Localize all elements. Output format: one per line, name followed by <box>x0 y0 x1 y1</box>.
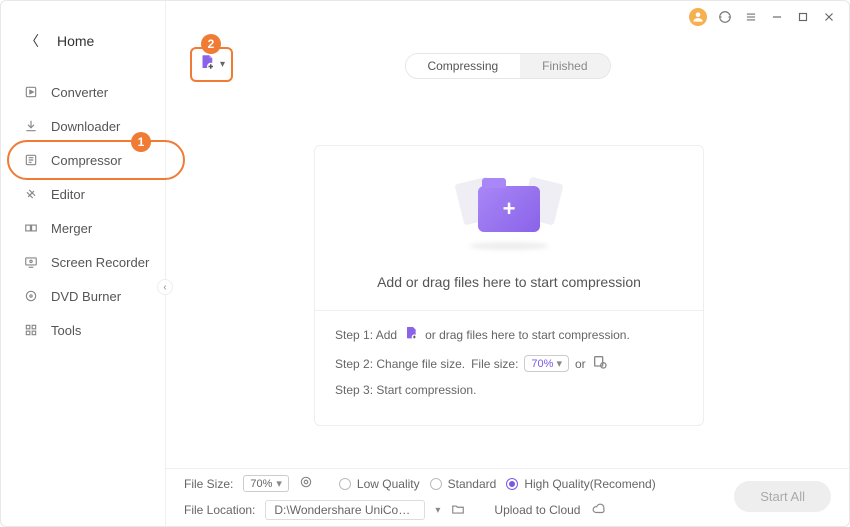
sidebar-item-label: Tools <box>51 323 81 338</box>
instruction-steps: Step 1: Add or drag files here to start … <box>315 310 703 397</box>
quality-standard-option[interactable]: Standard <box>430 477 497 491</box>
step1-suffix: or drag files here to start compression. <box>425 328 630 342</box>
tab-compressing[interactable]: Compressing <box>405 54 520 78</box>
maximize-button[interactable] <box>795 9 811 25</box>
tab-finished[interactable]: Finished <box>520 54 609 78</box>
sidebar-item-label: Compressor <box>51 153 122 168</box>
sidebar: 〈 Home Converter Downloader Compressor E… <box>1 1 166 526</box>
sidebar-item-label: Merger <box>51 221 92 236</box>
dropzone-illustration: + <box>315 146 703 262</box>
back-label: Home <box>57 33 94 49</box>
close-button[interactable] <box>821 9 837 25</box>
step1-prefix: Step 1: Add <box>335 328 397 342</box>
location-label: File Location: <box>184 503 255 517</box>
sidebar-item-label: Converter <box>51 85 108 100</box>
dvd-burner-icon <box>23 288 39 304</box>
step2-prefix: Step 2: Change file size. <box>335 357 465 371</box>
preview-settings-icon[interactable] <box>299 475 313 492</box>
merger-icon <box>23 220 39 236</box>
sidebar-item-tools[interactable]: Tools <box>1 313 165 347</box>
minimize-button[interactable] <box>769 9 785 25</box>
quality-high-option[interactable]: High Quality(Recomend) <box>506 477 655 491</box>
step2-or: or <box>575 357 586 371</box>
chevron-down-icon: ▾ <box>220 59 225 70</box>
status-tabs: Compressing Finished <box>404 53 610 79</box>
tools-icon <box>23 322 39 338</box>
screen-recorder-icon <box>23 254 39 270</box>
upload-cloud-label: Upload to Cloud <box>494 503 580 517</box>
callout-badge-2: 2 <box>201 34 221 54</box>
converter-icon <box>23 84 39 100</box>
support-icon[interactable] <box>717 9 733 25</box>
filesize-select[interactable]: 70%▾ <box>243 475 289 492</box>
settings-icon <box>592 354 608 373</box>
step2-percent-pill: 70%▾ <box>524 355 569 372</box>
quality-low-option[interactable]: Low Quality <box>339 477 420 491</box>
step2-filesize-label: File size: <box>471 357 518 371</box>
sidebar-item-label: DVD Burner <box>51 289 121 304</box>
menu-icon[interactable] <box>743 9 759 25</box>
open-folder-icon[interactable] <box>450 502 466 519</box>
main-panel: ▾ Compressing Finished + Add or drag fil… <box>166 33 849 526</box>
sidebar-item-editor[interactable]: Editor <box>1 177 165 211</box>
cloud-icon[interactable] <box>590 502 608 519</box>
user-avatar[interactable] <box>689 8 707 26</box>
sidebar-item-screen-recorder[interactable]: Screen Recorder <box>1 245 165 279</box>
location-input[interactable]: D:\Wondershare UniConverter 1 <box>265 500 425 520</box>
add-file-icon <box>198 53 216 76</box>
sidebar-item-merger[interactable]: Merger <box>1 211 165 245</box>
bottom-bar: File Size: 70%▾ Low Quality Standard Hig… <box>166 468 849 526</box>
back-home[interactable]: 〈 Home <box>1 1 165 75</box>
folder-plus-icon: + <box>478 186 540 232</box>
step3-text: Step 3: Start compression. <box>335 383 476 397</box>
chevron-left-icon: 〈 <box>25 31 39 51</box>
location-dropdown-icon[interactable]: ▾ <box>435 505 440 516</box>
sidebar-item-label: Editor <box>51 187 85 202</box>
add-file-icon-small <box>403 325 419 344</box>
callout-badge-1: 1 <box>131 132 151 152</box>
sidebar-item-dvd-burner[interactable]: DVD Burner <box>1 279 165 313</box>
drop-zone[interactable]: + Add or drag files here to start compre… <box>314 145 704 426</box>
dropzone-message: Add or drag files here to start compress… <box>315 262 703 310</box>
filesize-label: File Size: <box>184 477 233 491</box>
sidebar-item-label: Screen Recorder <box>51 255 149 270</box>
sidebar-item-converter[interactable]: Converter <box>1 75 165 109</box>
compressor-icon <box>23 152 39 168</box>
editor-icon <box>23 186 39 202</box>
start-all-button[interactable]: Start All <box>734 481 831 512</box>
downloader-icon <box>23 118 39 134</box>
sidebar-item-label: Downloader <box>51 119 120 134</box>
